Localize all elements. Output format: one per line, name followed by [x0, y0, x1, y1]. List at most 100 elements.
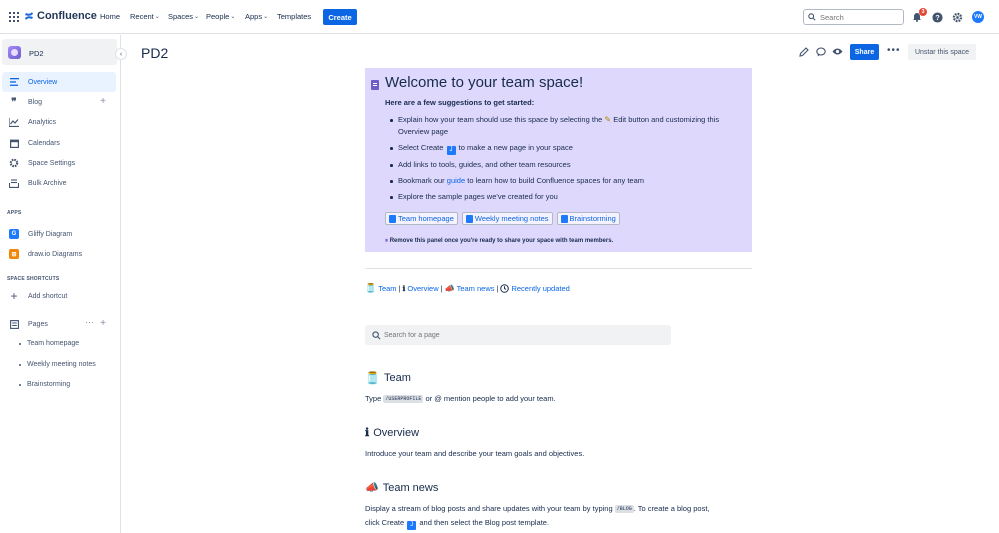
macro-code: /USERPROFILE	[383, 395, 424, 403]
collapse-sidebar-button[interactable]: ‹	[115, 48, 127, 60]
sidebar-item-calendars[interactable]: Calendars	[2, 133, 116, 153]
suggestion-text: to learn how to build Confluence spaces …	[467, 176, 645, 185]
confluence-logo[interactable]: Confluence	[24, 10, 97, 22]
space-header[interactable]: PD2	[2, 39, 117, 65]
comment-icon	[815, 46, 826, 56]
macro-code: /BLOG	[614, 505, 634, 513]
team-news-description: Display a stream of blog posts and share…	[365, 502, 755, 530]
quicklink-team[interactable]: 🫙 Team	[365, 283, 397, 294]
add-shortcut-button[interactable]: + Add shortcut	[2, 286, 116, 306]
chip-brainstorming[interactable]: Brainstorming	[556, 212, 620, 225]
nav-home[interactable]: Home	[100, 12, 120, 21]
sidebar-item-blog[interactable]: ❞ Blog +	[2, 92, 116, 112]
create-badge-icon: J	[446, 146, 456, 155]
help-icon: ?	[931, 11, 943, 23]
note-icon	[371, 80, 379, 90]
section-text: Type	[365, 394, 382, 403]
settings-button[interactable]	[951, 11, 963, 23]
jar-icon: 🫙	[365, 283, 377, 293]
sidebar-item-pages[interactable]: Pages ··· +	[2, 314, 116, 334]
search-icon	[372, 330, 381, 339]
add-page-icon[interactable]: +	[100, 318, 106, 329]
top-navigation: Confluence Home Recent ⌄ Spaces ⌄ People…	[0, 0, 999, 34]
more-icon[interactable]: ···	[85, 317, 94, 327]
nav-recent[interactable]: Recent ⌄	[130, 12, 160, 21]
help-button[interactable]: ?	[931, 11, 943, 23]
divider	[365, 268, 752, 269]
suggestion-text: Explain how your team should use this sp…	[398, 115, 603, 124]
quicklink-label: Recently updated	[511, 284, 570, 293]
quicklink-overview[interactable]: ℹ Overview	[403, 284, 439, 293]
sidebar-item-overview[interactable]: Overview	[2, 72, 116, 92]
sidebar-item-space-settings[interactable]: Space Settings	[2, 153, 116, 173]
panel-note: ⏸ Remove this panel once you're ready to…	[385, 238, 613, 245]
page-search[interactable]	[365, 325, 671, 345]
more-actions-icon[interactable]: •••	[887, 45, 901, 56]
section-text: and then select the Blog post template.	[419, 518, 550, 527]
overview-heading: ℹ Overview	[365, 426, 419, 440]
page-icon	[560, 214, 568, 223]
avatar[interactable]: VW	[972, 11, 984, 23]
pages-icon	[9, 319, 19, 329]
pencil-icon	[798, 46, 809, 57]
list-item: Select Create J to make a new page in yo…	[390, 142, 750, 155]
suggestion-text: Bookmark our	[398, 176, 445, 185]
nav-spaces[interactable]: Spaces ⌄	[168, 12, 199, 21]
section-title: Team	[383, 372, 411, 384]
search-icon	[808, 13, 816, 21]
page-icon	[389, 214, 396, 223]
confluence-logo-icon	[25, 12, 33, 20]
jar-icon: 🫙	[365, 371, 380, 385]
sidebar-item-drawio[interactable]: ⊞ draw.io Diagrams	[2, 244, 116, 264]
sidebar-item-label: Blog	[28, 98, 43, 106]
add-blog-icon[interactable]: +	[100, 96, 106, 107]
search-input[interactable]	[820, 12, 900, 22]
nav-templates[interactable]: Templates	[277, 12, 311, 21]
plus-icon: +	[10, 289, 18, 303]
section-title: Team news	[382, 481, 439, 494]
chip-team-homepage[interactable]: Team homepage	[385, 212, 458, 225]
comments-button[interactable]	[815, 46, 826, 57]
quicklink-team-news[interactable]: 📣 Team news	[445, 284, 495, 293]
overview-description: Introduce your team and describe your te…	[365, 449, 585, 458]
gear-icon	[9, 158, 19, 168]
app-name: Confluence	[37, 10, 97, 22]
team-heading: 🫙 Team	[365, 371, 411, 385]
edit-button[interactable]	[798, 46, 809, 57]
chip-label: Weekly meeting notes	[474, 214, 549, 223]
page-tree-item[interactable]: Weekly meeting notes	[19, 361, 96, 368]
quicklink-recently-updated[interactable]: Recently updated	[500, 284, 570, 293]
pause-icon: ⏸	[385, 238, 389, 244]
watch-button[interactable]	[832, 46, 843, 57]
unstar-space-button[interactable]: Unstar this space	[908, 44, 976, 60]
sidebar-item-gliffy[interactable]: G Gliffy Diagram	[2, 224, 116, 244]
page-tree-item[interactable]: Team homepage	[19, 340, 79, 347]
sidebar-item-label: Calendars	[28, 139, 60, 147]
section-text: click Create	[365, 518, 405, 527]
app-switcher-icon[interactable]	[9, 12, 19, 22]
sidebar-item-bulk-archive[interactable]: Bulk Archive	[2, 173, 116, 193]
nav-home-label: Home	[100, 12, 121, 21]
chip-label: Team homepage	[398, 214, 454, 223]
info-icon: ℹ	[365, 427, 370, 439]
nav-templates-label: Templates	[277, 12, 312, 21]
list-item: Explore the sample pages we've created f…	[390, 191, 750, 203]
nav-people[interactable]: People ⌄	[206, 12, 235, 21]
section-text: . To create a blog post,	[633, 504, 710, 513]
panel-subtitle: Here are a few suggestions to get starte…	[385, 98, 535, 107]
nav-spaces-label: Spaces	[168, 12, 194, 21]
add-shortcut-label: Add shortcut	[28, 292, 68, 300]
nav-apps[interactable]: Apps ⌄	[245, 12, 268, 21]
page-search-input[interactable]	[384, 331, 664, 339]
suggestion-list: Explain how your team should use this sp…	[390, 114, 750, 207]
nav-apps-label: Apps	[245, 12, 263, 21]
share-button[interactable]: Share	[850, 44, 879, 60]
sidebar-item-analytics[interactable]: Analytics	[2, 112, 116, 132]
separator: |	[496, 284, 499, 293]
guide-link[interactable]: guide	[447, 176, 465, 185]
global-search[interactable]	[803, 9, 904, 25]
chip-weekly-meeting-notes[interactable]: Weekly meeting notes	[461, 212, 553, 225]
sidebar-item-label: Analytics	[28, 118, 57, 126]
page-tree-item[interactable]: Brainstorming	[19, 381, 70, 388]
create-button[interactable]: Create	[323, 9, 357, 25]
